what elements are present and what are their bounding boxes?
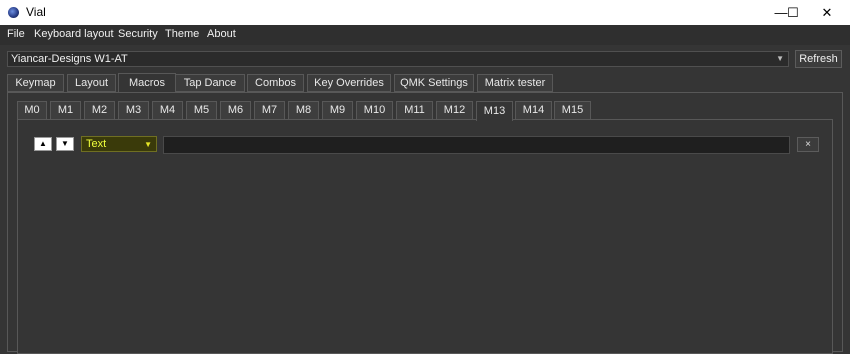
tab-macros[interactable]: Macros [118,73,176,92]
tab-layout[interactable]: Layout [67,74,116,92]
action-type-value: Text [86,138,107,150]
menu-bar: File Keyboard layout Security Theme Abou… [0,25,850,45]
macro-tab-m11[interactable]: M11 [396,101,433,120]
move-down-button[interactable]: ▼ [56,137,74,151]
macro-tab-m10[interactable]: M10 [356,101,393,120]
macro-text-input[interactable] [163,136,790,154]
close-icon: × [805,139,811,150]
macro-tab-m5[interactable]: M5 [186,101,217,120]
tab-combos[interactable]: Combos [247,74,304,92]
tab-tap-dance[interactable]: Tap Dance [175,74,245,92]
macro-tab-m0[interactable]: M0 [17,101,47,120]
arrow-up-icon: ▲ [39,139,47,148]
macro-tab-m12[interactable]: M12 [436,101,473,120]
macro-tab-m6[interactable]: M6 [220,101,251,120]
macro-tab-m14[interactable]: M14 [515,101,552,120]
macro-tab-m13[interactable]: M13 [476,101,513,121]
chevron-down-icon: ▼ [144,140,152,149]
tab-qmk-settings[interactable]: QMK Settings [394,74,474,92]
tab-key-overrides[interactable]: Key Overrides [307,74,391,92]
vial-app-icon [8,7,19,18]
window-title: Vial [26,5,46,19]
macro-tab-m8[interactable]: M8 [288,101,319,120]
move-up-button[interactable]: ▲ [34,137,52,151]
delete-action-button[interactable]: × [797,137,819,152]
close-icon: ✕ [821,4,833,20]
refresh-button[interactable]: Refresh [795,50,842,68]
macro-tab-m15[interactable]: M15 [554,101,591,120]
menu-about[interactable]: About [207,28,236,40]
tab-keymap[interactable]: Keymap [7,74,64,92]
action-type-select[interactable]: Text ▼ [81,136,157,152]
device-select-value: Yiancar-Designs W1-AT [11,53,128,65]
title-bar: Vial — ✕ [0,0,850,25]
macro-tab-m4[interactable]: M4 [152,101,183,120]
menu-theme[interactable]: Theme [165,28,199,40]
menu-file[interactable]: File [7,28,25,40]
menu-keyboard-layout[interactable]: Keyboard layout [34,28,114,40]
menu-security[interactable]: Security [118,28,158,40]
maximize-button[interactable]: ☐ [770,0,816,25]
macro-tab-m1[interactable]: M1 [50,101,81,120]
macro-tab-m3[interactable]: M3 [118,101,149,120]
macro-tab-m9[interactable]: M9 [322,101,353,120]
device-select[interactable]: Yiancar-Designs W1-AT ▼ [7,51,789,67]
macro-pane [17,119,833,354]
tab-matrix-tester[interactable]: Matrix tester [477,74,553,92]
macro-tab-m2[interactable]: M2 [84,101,115,120]
arrow-down-icon: ▼ [61,139,69,148]
macro-tab-m7[interactable]: M7 [254,101,285,120]
chevron-down-icon: ▼ [776,54,784,63]
maximize-icon: ☐ [787,4,799,20]
